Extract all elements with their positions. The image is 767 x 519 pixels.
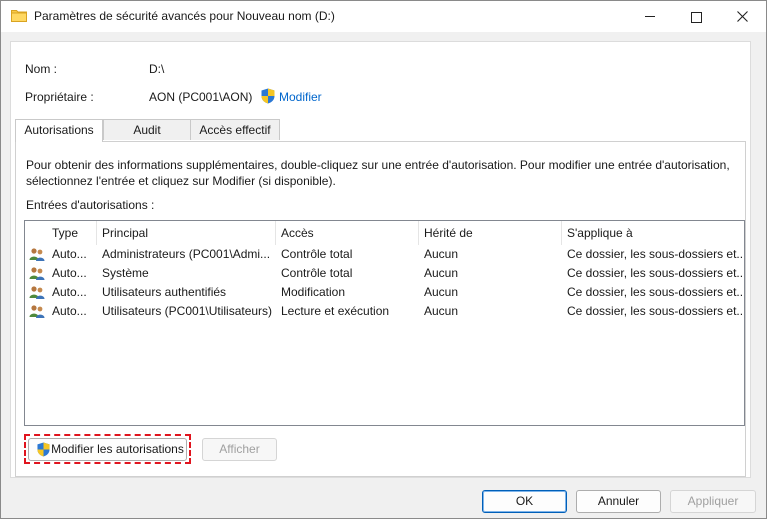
owner-label: Propriétaire : [25,90,94,104]
cell-applies: Ce dossier, les sous-dossiers et... [567,266,742,280]
column-header-inherited[interactable]: Hérité de [424,225,473,241]
owner-modify-link[interactable]: Modifier [279,90,322,104]
cell-applies: Ce dossier, les sous-dossiers et... [567,247,742,261]
cell-inherited: Aucun [424,247,459,261]
owner-value: AON (PC001\AON) [149,90,253,104]
view-button[interactable]: Afficher [202,438,277,461]
minimize-icon [645,16,655,17]
table-row[interactable]: Auto... Utilisateurs (PC001\Utilisateurs… [25,302,744,321]
uac-shield-icon [261,88,275,104]
apply-button[interactable]: Appliquer [670,490,756,513]
title-bar: Paramètres de sécurité avancés pour Nouv… [1,1,766,32]
users-icon [29,248,45,261]
cell-principal: Administrateurs (PC001\Admi... [102,247,271,261]
tab-audit[interactable]: Audit [103,119,191,140]
entries-label: Entrées d'autorisations : [26,198,155,212]
cell-access: Lecture et exécution [281,304,390,318]
cell-principal: Système [102,266,149,280]
cell-applies: Ce dossier, les sous-dossiers et... [567,285,742,299]
users-icon [29,267,45,280]
name-label: Nom : [25,62,58,76]
maximize-button[interactable] [673,1,719,32]
tab-acces-effectif[interactable]: Accès effectif [190,119,280,140]
column-separator[interactable] [275,221,276,245]
cell-access: Modification [281,285,346,299]
maximize-icon [690,12,702,23]
cell-principal: Utilisateurs (PC001\Utilisateurs) [102,304,273,318]
users-icon [29,305,45,318]
cell-applies: Ce dossier, les sous-dossiers et... [567,304,742,318]
column-header-applies[interactable]: S'applique à [567,225,633,241]
description-text: Pour obtenir des informations supplément… [26,158,730,188]
dialog-window: Paramètres de sécurité avancés pour Nouv… [0,0,767,519]
window-title: Paramètres de sécurité avancés pour Nouv… [34,9,335,23]
folder-icon [11,10,27,22]
column-separator[interactable] [418,221,419,245]
cell-access: Contrôle total [281,247,353,261]
name-value: D:\ [149,62,165,76]
edit-permissions-button[interactable]: Modifier les autorisations [28,438,187,461]
minimize-button[interactable] [627,1,673,32]
column-header-access[interactable]: Accès [281,225,314,241]
cell-type: Auto... [52,285,87,299]
cell-inherited: Aucun [424,266,459,280]
column-header-principal[interactable]: Principal [102,225,148,241]
column-header-type[interactable]: Type [52,225,78,241]
close-icon [736,11,748,22]
cell-inherited: Aucun [424,285,459,299]
table-row[interactable]: Auto... Administrateurs (PC001\Admi... C… [25,245,744,264]
column-separator[interactable] [561,221,562,245]
cell-inherited: Aucun [424,304,459,318]
edit-permissions-label: Modifier les autorisations [51,442,184,456]
cell-principal: Utilisateurs authentifiés [102,285,227,299]
cell-type: Auto... [52,266,87,280]
cell-type: Auto... [52,247,87,261]
table-row[interactable]: Auto... Système Contrôle total Aucun Ce … [25,264,744,283]
table-row[interactable]: Auto... Utilisateurs authentifiés Modifi… [25,283,744,302]
ok-button[interactable]: OK [482,490,567,513]
uac-shield-icon [37,442,50,457]
cancel-button[interactable]: Annuler [576,490,661,513]
tab-autorisations[interactable]: Autorisations [15,119,103,142]
column-separator[interactable] [96,221,97,245]
permissions-list[interactable]: Type Principal Accès Hérité de S'appliqu… [24,220,745,426]
close-button[interactable] [719,1,765,32]
cell-type: Auto... [52,304,87,318]
users-icon [29,286,45,299]
cell-access: Contrôle total [281,266,353,280]
